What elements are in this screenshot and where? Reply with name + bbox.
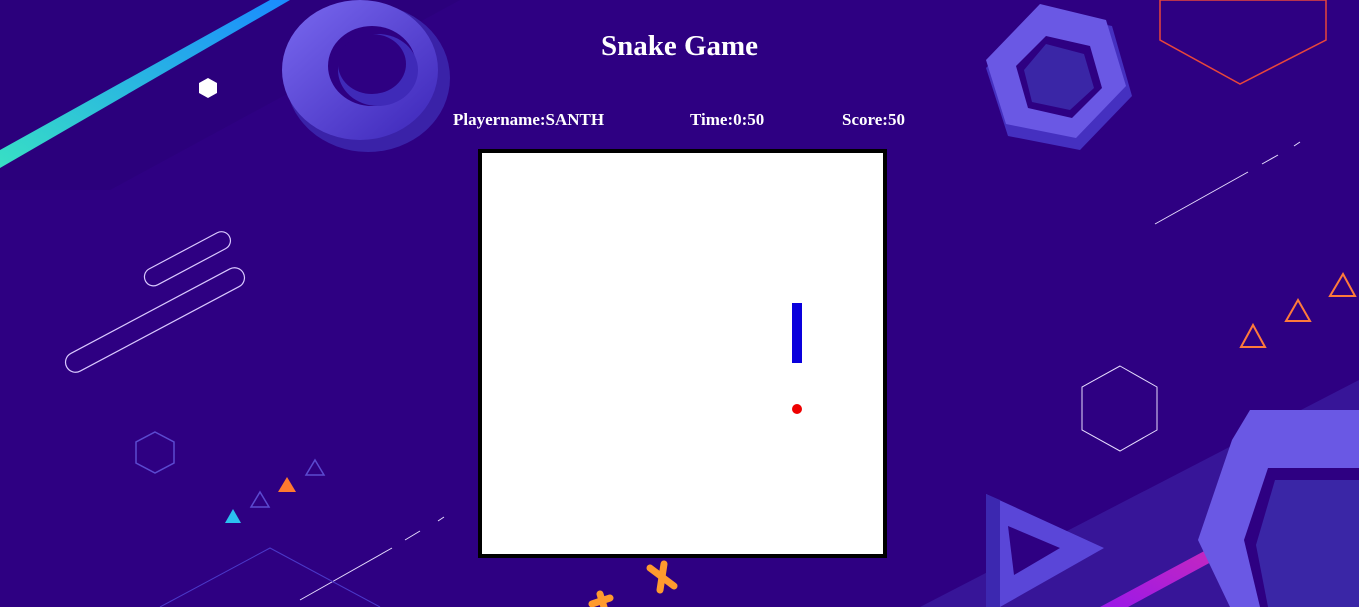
snake: [792, 303, 802, 363]
faint-hex: [135, 431, 175, 474]
score-stat: Score:50: [842, 110, 905, 130]
game-board[interactable]: [478, 149, 887, 558]
score-label: Score:: [842, 110, 888, 129]
hex-ring-shape: [986, 4, 1132, 150]
time-value: 0:50: [733, 110, 765, 129]
faint-line: [159, 547, 381, 607]
cross-shapes: [588, 560, 678, 607]
time-stat: Time:0:50: [690, 110, 764, 130]
time-label: Time:: [690, 110, 734, 129]
tri-outline-2: [249, 490, 271, 508]
player-value: SANTH: [545, 110, 605, 129]
tri-orange: [278, 477, 296, 492]
tri-outline-1: [304, 458, 326, 476]
food-dot: [792, 404, 802, 414]
orange-triangles: [1239, 271, 1357, 348]
score-value: 50: [887, 110, 905, 129]
ring-shape: [282, 0, 450, 152]
player-label: Playername:: [453, 110, 546, 129]
game-title: Snake Game: [600, 30, 759, 62]
player-stat: Playername:SANTH: [453, 110, 604, 130]
pill-outlines: [64, 231, 246, 373]
white-hex-outline: [1081, 365, 1158, 452]
big-hex-shape: [1198, 410, 1359, 607]
tri-cyan: [225, 509, 241, 523]
